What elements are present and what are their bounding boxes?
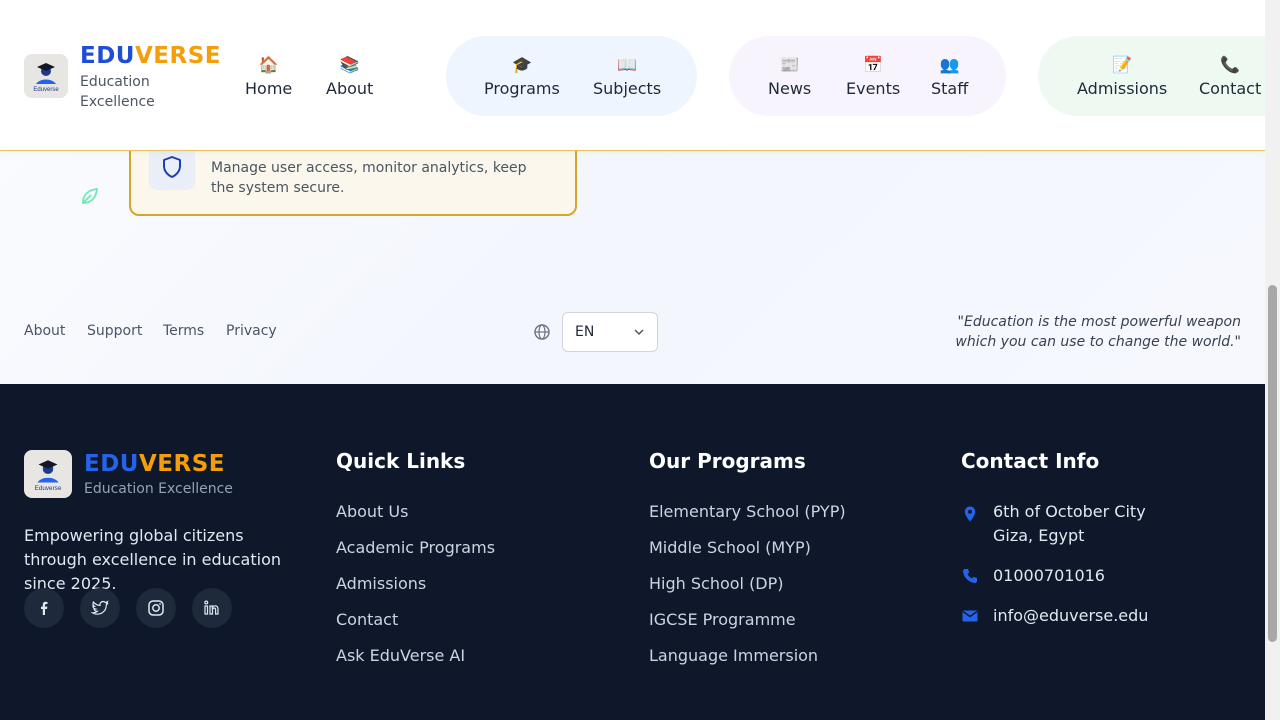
- program-link-igcse[interactable]: IGCSE Programme: [649, 610, 796, 629]
- footer-logo[interactable]: Eduverse: [24, 450, 72, 498]
- footer-tagline: Education Excellence: [84, 481, 233, 497]
- program-link-dp[interactable]: High School (DP): [649, 574, 784, 593]
- program-link-language-immersion[interactable]: Language Immersion: [649, 646, 818, 665]
- site-header: Eduverse EDUVERSE Education Excellence 🏠…: [0, 0, 1280, 151]
- nav-events[interactable]: 📅 Events: [846, 55, 901, 99]
- quick-link-admissions[interactable]: Admissions: [336, 574, 426, 593]
- nav-label: Subjects: [593, 79, 662, 98]
- globe-icon: [534, 324, 550, 340]
- nav-programs[interactable]: 🎓 Programs: [484, 55, 560, 99]
- nav-label: Home: [245, 79, 293, 98]
- contact-address: 6th of October City Giza, Egypt: [993, 500, 1146, 548]
- linkedin-icon: [204, 600, 219, 615]
- program-link-pyp[interactable]: Elementary School (PYP): [649, 502, 846, 521]
- nav-label: About: [326, 79, 374, 98]
- footer-brand-name: EDUVERSE: [84, 451, 225, 477]
- quick-link-academic-programs[interactable]: Academic Programs: [336, 538, 495, 557]
- nav-label: Events: [846, 79, 901, 98]
- quick-link-contact[interactable]: Contact: [336, 610, 398, 629]
- address-line-2: Giza, Egypt: [993, 526, 1085, 545]
- nav-label: Programs: [484, 79, 560, 98]
- nav-label: Contact: [1199, 79, 1262, 98]
- nav-contact[interactable]: 📞 Contact: [1199, 55, 1262, 99]
- quick-link-about-us[interactable]: About Us: [336, 502, 408, 521]
- nav-news[interactable]: 📰 News: [768, 55, 812, 99]
- footer-link-terms[interactable]: Terms: [163, 323, 204, 339]
- twitter-button[interactable]: [80, 588, 120, 628]
- chevron-down-icon: [634, 329, 644, 336]
- footer-link-about[interactable]: About: [24, 323, 65, 339]
- brand-part-2: VERSE: [138, 451, 225, 477]
- quick-links-title: Quick Links: [336, 449, 466, 473]
- location-pin-icon: [964, 506, 976, 522]
- nav-admissions[interactable]: 📝 Admissions: [1077, 55, 1168, 99]
- open-book-icon: 📖: [617, 55, 638, 74]
- nav-label: Admissions: [1077, 79, 1168, 98]
- logo-graduate-icon: Eduverse: [35, 460, 62, 492]
- site-footer: Eduverse EDUVERSE Education Excellence E…: [0, 384, 1265, 720]
- calendar-icon: 📅: [863, 55, 884, 74]
- footer-link-privacy[interactable]: Privacy: [226, 323, 277, 339]
- instagram-button[interactable]: [136, 588, 176, 628]
- home-icon: 🏠: [258, 55, 279, 74]
- contact-email[interactable]: info@eduverse.edu: [993, 604, 1148, 628]
- people-icon: 👥: [939, 55, 960, 74]
- nav-subjects[interactable]: 📖 Subjects: [593, 55, 662, 99]
- memo-icon: 📝: [1112, 55, 1133, 74]
- books-icon: 📚: [339, 55, 360, 74]
- brand-part-1: EDU: [84, 451, 139, 477]
- linkedin-button[interactable]: [192, 588, 232, 628]
- shield-icon: [163, 156, 181, 178]
- instagram-icon: [148, 600, 164, 616]
- address-line-1: 6th of October City: [993, 502, 1146, 521]
- contact-title: Contact Info: [961, 449, 1100, 473]
- nav-staff[interactable]: 👥 Staff: [931, 55, 969, 99]
- phone-icon: 📞: [1220, 55, 1241, 74]
- nav-label: Staff: [931, 79, 969, 98]
- facebook-icon: [41, 601, 48, 615]
- email-icon: [962, 610, 978, 622]
- graduation-cap-icon: 🎓: [511, 55, 532, 74]
- phone-icon: [963, 569, 977, 583]
- language-value: EN: [575, 324, 595, 340]
- contact-phone[interactable]: 01000701016: [993, 564, 1105, 588]
- language-select[interactable]: EN: [562, 312, 658, 352]
- brand-part-2: VERSE: [134, 43, 221, 69]
- brand-tagline: Education Excellence: [80, 74, 155, 110]
- newspaper-icon: 📰: [779, 55, 800, 74]
- logo-caption: Eduverse: [33, 87, 59, 93]
- card-description: Manage user access, monitor analytics, k…: [211, 160, 527, 196]
- facebook-button[interactable]: [24, 588, 64, 628]
- quick-link-ask-ai[interactable]: Ask EduVerse AI: [336, 646, 465, 665]
- programs-title: Our Programs: [649, 449, 806, 473]
- footer-description: Empowering global citizens through excel…: [24, 526, 282, 593]
- brand-name[interactable]: EDUVERSE: [80, 43, 221, 69]
- brand-part-1: EDU: [80, 43, 135, 69]
- scrollbar-thumb[interactable]: [1268, 285, 1277, 642]
- leaf-decoration-icon: [82, 187, 99, 204]
- footer-link-support[interactable]: Support: [87, 323, 142, 339]
- logo-graduate-icon: Eduverse: [33, 63, 59, 93]
- logo-caption: Eduverse: [35, 485, 62, 492]
- nav-about[interactable]: 📚 About: [326, 55, 374, 99]
- logo[interactable]: Eduverse: [24, 54, 68, 98]
- nav-label: News: [768, 79, 812, 98]
- twitter-icon: [91, 600, 109, 615]
- nav-home[interactable]: 🏠 Home: [245, 55, 293, 99]
- footer-quote: "Education is the most powerful weapon w…: [955, 314, 1241, 350]
- program-link-myp[interactable]: Middle School (MYP): [649, 538, 811, 557]
